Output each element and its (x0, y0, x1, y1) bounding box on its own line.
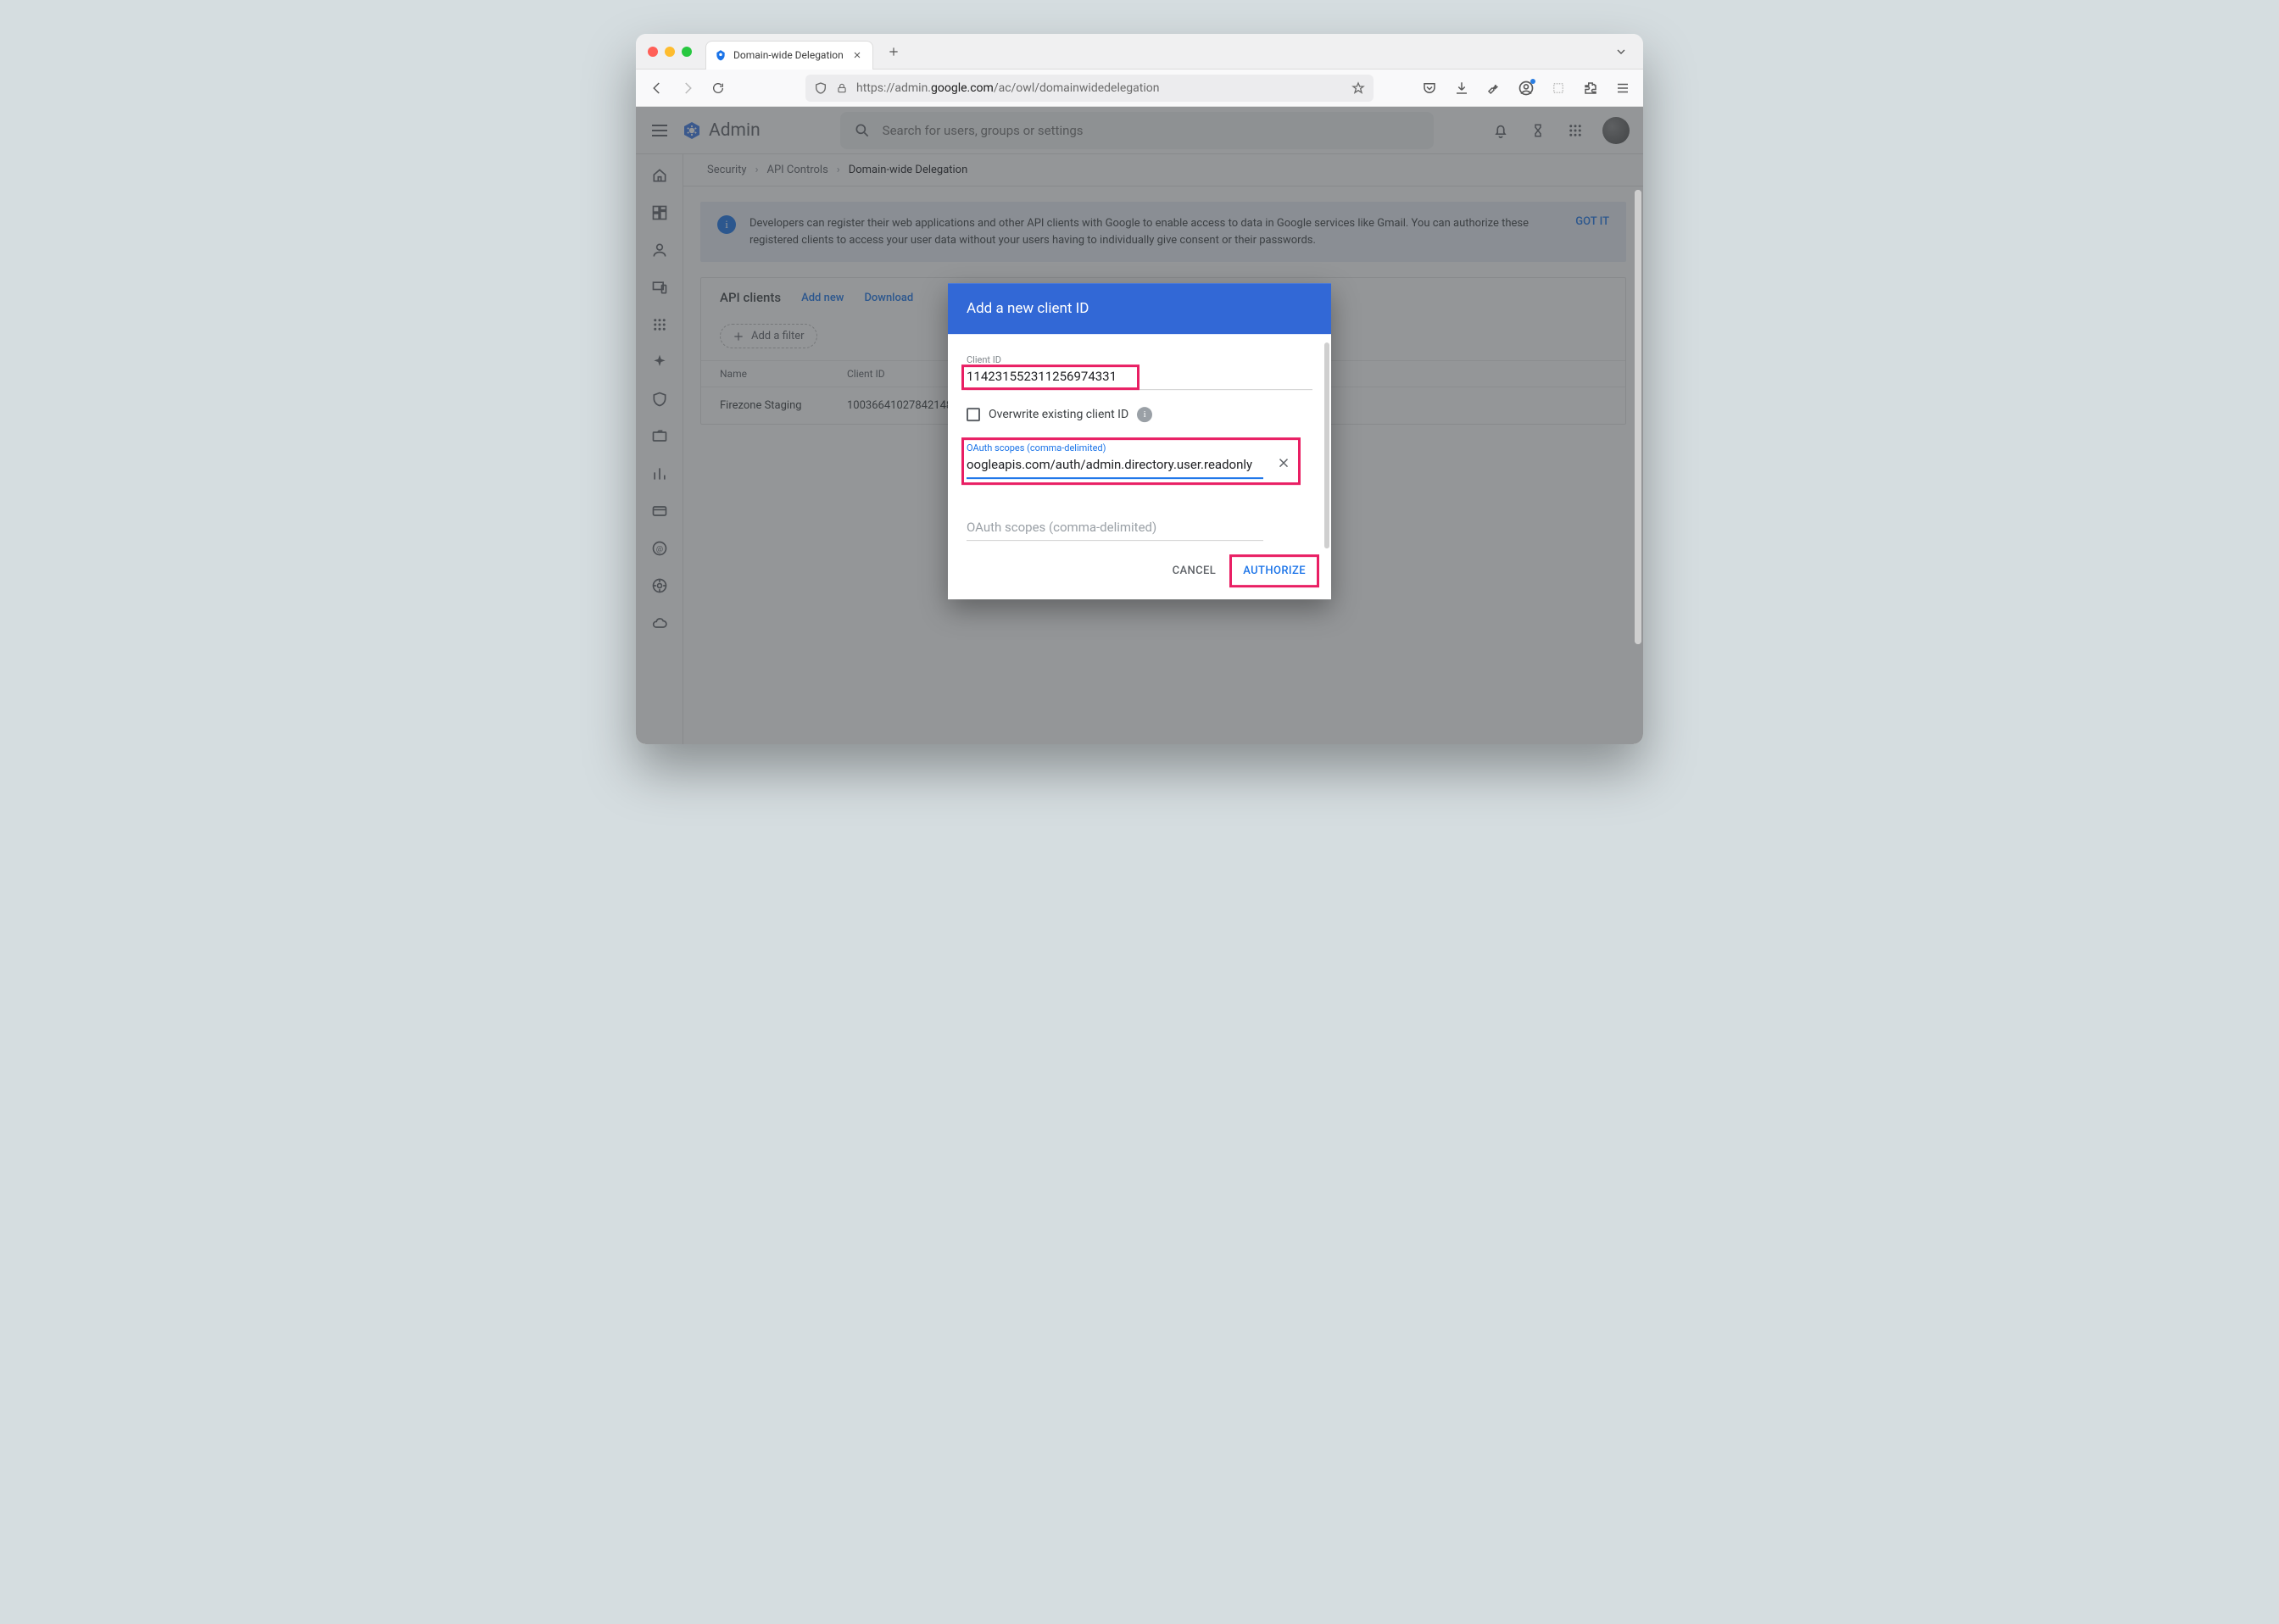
tabs-dropdown-button[interactable] (1611, 42, 1631, 62)
new-tab-button[interactable] (882, 40, 905, 64)
bookmark-star-icon[interactable] (1351, 81, 1365, 95)
window-controls (648, 47, 692, 57)
overwrite-row: Overwrite existing client ID i (967, 407, 1312, 422)
extensions-icon[interactable] (1548, 78, 1569, 98)
scopes-input[interactable] (967, 453, 1263, 479)
client-id-field: Client ID (967, 354, 1312, 390)
cancel-button[interactable]: CANCEL (1162, 558, 1227, 584)
tab-close-button[interactable] (850, 48, 864, 62)
reload-button[interactable] (707, 77, 729, 99)
overwrite-label: Overwrite existing client ID (989, 408, 1128, 421)
lock-icon (836, 82, 848, 94)
modal-scrollbar[interactable] (1324, 342, 1329, 548)
authorize-button[interactable]: AUTHORIZE (1233, 558, 1316, 584)
address-bar[interactable]: https://admin.google.com/ac/owl/domainwi… (805, 75, 1374, 102)
tab-favicon-icon (715, 49, 727, 61)
browser-toolbar: https://admin.google.com/ac/owl/domainwi… (636, 70, 1643, 107)
pocket-icon[interactable] (1419, 78, 1440, 98)
window-close-button[interactable] (648, 47, 658, 57)
url-text: https://admin.google.com/ac/owl/domainwi… (856, 81, 1159, 95)
browser-tab-bar: Domain-wide Delegation (636, 34, 1643, 70)
clear-scopes-button[interactable] (1273, 453, 1294, 473)
tab-title: Domain-wide Delegation (733, 49, 844, 61)
window-maximize-button[interactable] (682, 47, 692, 57)
scopes-label: OAuth scopes (comma-delimited) (967, 442, 1312, 453)
client-id-input[interactable] (967, 365, 1312, 390)
puzzle-icon[interactable] (1580, 78, 1601, 98)
overwrite-checkbox[interactable] (967, 408, 980, 421)
back-button[interactable] (646, 77, 668, 99)
scopes-field: OAuth scopes (comma-delimited) (967, 442, 1312, 479)
devtools-icon[interactable] (1484, 78, 1504, 98)
scopes-placeholder-input[interactable]: OAuth scopes (comma-delimited) (967, 516, 1263, 541)
add-client-id-modal: Add a new client ID Client ID Overwrite … (948, 283, 1331, 599)
page-scrollbar[interactable] (1635, 190, 1641, 644)
downloads-icon[interactable] (1452, 78, 1472, 98)
modal-title: Add a new client ID (948, 283, 1331, 334)
browser-tab[interactable]: Domain-wide Delegation (705, 41, 873, 70)
info-tooltip-icon[interactable]: i (1137, 407, 1152, 422)
account-icon[interactable] (1516, 78, 1536, 98)
client-id-label: Client ID (967, 354, 1312, 365)
app-menu-button[interactable] (1613, 78, 1633, 98)
forward-button[interactable] (677, 77, 699, 99)
shield-icon (814, 81, 827, 95)
window-minimize-button[interactable] (665, 47, 675, 57)
